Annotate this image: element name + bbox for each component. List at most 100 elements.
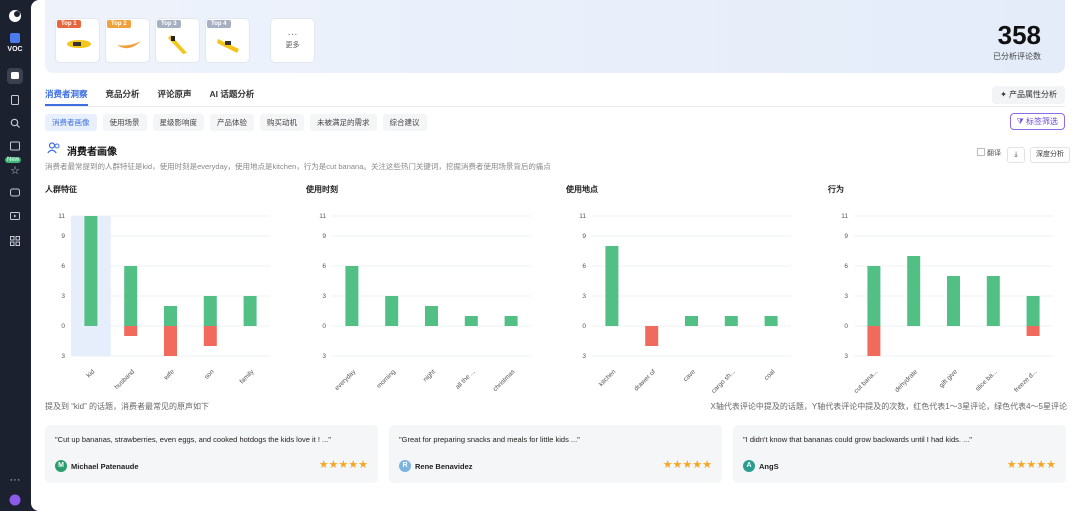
chart-persona: 11 9 6 3 0 3 kid husband wife son family xyxy=(58,213,270,391)
bar-positive[interactable] xyxy=(685,316,698,326)
star-rating-icon: ★★★★★ xyxy=(318,459,368,471)
sidebar: VOC New ☆ ··· xyxy=(0,0,30,511)
chart-behavior: 11 9 6 3 0 3 cut bana... dehydrate gift give slic… xyxy=(841,213,1053,395)
logo-icon[interactable] xyxy=(7,8,23,24)
bar-positive[interactable] xyxy=(764,316,778,326)
more-dots-icon: ··· xyxy=(287,29,298,40)
sub-tabs: 消费者画像 使用场景 星级影响度 产品体验 购买动机 未被满足的需求 综合建议 xyxy=(45,114,427,131)
subtab-motivation[interactable]: 购买动机 xyxy=(260,114,304,131)
y-tick-label: 3 xyxy=(844,353,848,360)
more-dots-icon[interactable]: ··· xyxy=(7,472,23,488)
tab-ai-topics[interactable]: AI 话题分析 xyxy=(210,88,255,106)
apps-grid-icon[interactable] xyxy=(7,233,23,249)
translate-label: 翻译 xyxy=(986,150,1001,157)
bar-positive[interactable] xyxy=(84,216,98,326)
banana-slicer-yellow-icon xyxy=(67,40,91,48)
product-top4[interactable]: Top 4 xyxy=(205,18,250,63)
y-tick-label: 3 xyxy=(582,353,586,360)
voc-icon[interactable] xyxy=(7,30,23,46)
download-button[interactable]: ⤓ xyxy=(1007,147,1025,163)
chart-title-persona: 人群特征 xyxy=(45,185,77,194)
main-panel: Top 1 Top 2 Top 3 Top 4 ··· 更多 358 已分析评论… xyxy=(31,0,1080,511)
y-tick-label: 6 xyxy=(61,263,65,270)
review-count-label: 已分析评论数 xyxy=(993,52,1041,61)
rank-badge: Top 2 xyxy=(107,20,131,28)
quotes-caption: 提及到 “kid” 的话题，消费者最常见的原声如下 xyxy=(45,402,209,411)
bar-positive[interactable] xyxy=(464,316,478,326)
subtab-suggestions[interactable]: 综合建议 xyxy=(382,114,427,131)
y-tick-label: 3 xyxy=(61,353,65,360)
x-tick-label: kitchen xyxy=(598,368,618,388)
review-card[interactable]: "I didn't know that bananas could grow b… xyxy=(733,425,1066,483)
x-tick-label: wife xyxy=(162,368,176,382)
tag-filter-button[interactable]: ⧩ 标签筛选 xyxy=(1009,113,1065,130)
user-avatar-icon[interactable] xyxy=(7,492,23,508)
x-tick-label: son xyxy=(203,368,216,381)
product-top1[interactable]: Top 1 xyxy=(55,18,100,63)
subtab-experience[interactable]: 产品体验 xyxy=(210,114,254,131)
x-tick-label: gift give xyxy=(938,368,959,389)
bar-positive[interactable] xyxy=(243,296,257,326)
subtab-persona[interactable]: 消费者画像 xyxy=(45,114,97,131)
bar-positive[interactable] xyxy=(203,296,217,326)
banana-slicer-orange-icon xyxy=(117,41,141,49)
product-attribute-button[interactable]: ✦ 产品属性分析 xyxy=(992,86,1065,104)
bar-positive[interactable] xyxy=(504,316,518,326)
review-quote: "Great for preparing snacks and meals fo… xyxy=(399,435,580,444)
avatar: A xyxy=(743,460,755,472)
star-icon[interactable]: ☆ xyxy=(7,162,23,178)
search-icon[interactable] xyxy=(7,115,23,131)
y-tick-label: 11 xyxy=(579,213,586,220)
bar-positive[interactable] xyxy=(164,306,177,326)
y-tick-label: 0 xyxy=(844,323,848,330)
tab-reviews[interactable]: 评论原声 xyxy=(158,88,192,106)
bar-negative[interactable] xyxy=(124,326,138,336)
bar-negative[interactable] xyxy=(203,326,217,346)
x-tick-label: christmas xyxy=(492,368,517,393)
bar-positive[interactable] xyxy=(986,276,1000,326)
rank-badge: Top 1 xyxy=(57,20,81,28)
chat-icon[interactable] xyxy=(7,68,23,84)
chart-title-behavior: 行为 xyxy=(828,185,844,194)
bar-negative[interactable] xyxy=(867,326,881,356)
video-icon[interactable] xyxy=(7,208,23,224)
y-tick-label: 3 xyxy=(322,293,326,300)
bar-positive[interactable] xyxy=(124,266,138,326)
bar-positive[interactable] xyxy=(724,316,738,326)
bar-positive[interactable] xyxy=(867,266,881,326)
bar-positive[interactable] xyxy=(385,296,399,326)
bar-negative[interactable] xyxy=(1026,326,1040,336)
tab-consumer-insight[interactable]: 消费者洞察 xyxy=(45,88,88,106)
checkbox-icon xyxy=(977,148,985,156)
product-top3[interactable]: Top 3 xyxy=(155,18,200,63)
more-products-button[interactable]: ··· 更多 xyxy=(270,18,315,63)
bar-positive[interactable] xyxy=(425,306,438,326)
bar-positive[interactable] xyxy=(907,256,921,326)
x-tick-label: family xyxy=(239,368,256,385)
x-tick-label: dehydrate xyxy=(894,368,920,394)
subtab-unmet-needs[interactable]: 未被满足的需求 xyxy=(310,114,377,131)
message-icon[interactable] xyxy=(7,185,23,201)
bar-positive[interactable] xyxy=(947,276,960,326)
subtab-scenario[interactable]: 使用场景 xyxy=(102,114,147,131)
tab-competitor[interactable]: 竞品分析 xyxy=(106,88,140,106)
document-icon[interactable] xyxy=(7,92,23,108)
review-card[interactable]: "Great for preparing snacks and meals fo… xyxy=(389,425,722,483)
bar-positive[interactable] xyxy=(345,266,359,326)
deep-analysis-button[interactable]: 深度分析 xyxy=(1030,147,1070,163)
inbox-icon[interactable] xyxy=(7,138,23,154)
x-tick-label: cave xyxy=(682,368,697,383)
y-tick-label: 9 xyxy=(844,233,848,240)
review-card[interactable]: "Cut up bananas, strawberries, even eggs… xyxy=(45,425,378,483)
x-tick-label: husband xyxy=(114,368,137,391)
bar-negative[interactable] xyxy=(645,326,659,346)
section-title: 消费者画像 xyxy=(67,147,117,158)
product-top2[interactable]: Top 2 xyxy=(105,18,150,63)
translate-toggle[interactable]: 翻译 xyxy=(977,148,1001,158)
main-tabs: 消费者洞察 竞品分析 评论原声 AI 话题分析 xyxy=(45,88,254,106)
bar-positive[interactable] xyxy=(605,246,619,326)
bar-positive[interactable] xyxy=(1026,296,1040,326)
review-quote: "I didn't know that bananas could grow b… xyxy=(743,435,972,444)
subtab-star-impact[interactable]: 星级影响度 xyxy=(152,114,204,131)
bar-negative[interactable] xyxy=(164,326,177,356)
